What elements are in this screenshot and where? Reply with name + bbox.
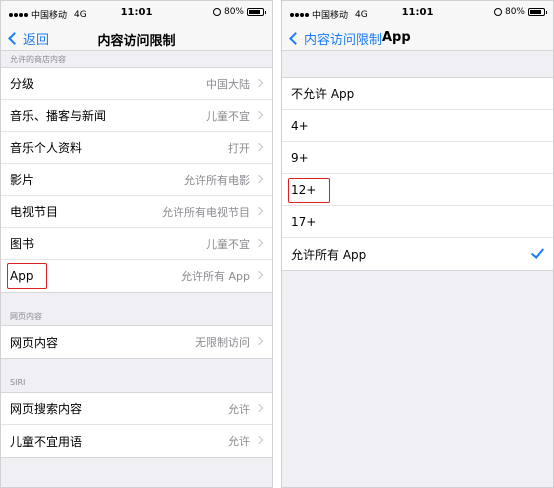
back-label: 返回: [23, 33, 50, 48]
right-screen: 中国移动 4G 11:01 80% 内容访问限制 App 不允许 App 4+ …: [281, 0, 554, 488]
back-button[interactable]: 内容访问限制: [288, 29, 382, 48]
row-books[interactable]: 图书 儿童不宜: [1, 228, 272, 260]
chevron-right-icon: [254, 435, 264, 445]
row-value: 中国大陆: [206, 77, 250, 91]
row-label: 影片: [10, 173, 35, 187]
option-17-plus[interactable]: 17+: [282, 206, 553, 238]
chevron-right-icon: [254, 336, 264, 346]
row-label: 分级: [10, 77, 35, 91]
row-value: 允许所有电视节目: [162, 205, 250, 219]
navigation-bar: 内容访问限制 App: [282, 25, 553, 51]
row-value: 打开: [228, 141, 250, 155]
option-12-plus[interactable]: 12+: [282, 174, 553, 206]
section-header-web-content: 网页内容: [10, 312, 42, 321]
row-label: 音乐、播客与新闻: [10, 109, 107, 123]
option-9-plus[interactable]: 9+: [282, 142, 553, 174]
navigation-bar: 返回 内容访问限制: [1, 25, 272, 51]
chevron-left-icon: [8, 32, 21, 45]
chevron-right-icon: [254, 270, 264, 280]
row-tv-shows[interactable]: 电视节目 允许所有电视节目: [1, 196, 272, 228]
row-movies[interactable]: 影片 允许所有电影: [1, 164, 272, 196]
chevron-right-icon: [254, 206, 264, 216]
orientation-lock-icon: [493, 8, 502, 16]
row-explicit-language[interactable]: 儿童不宜用语 允许: [1, 425, 272, 457]
option-label: 不允许 App: [291, 87, 355, 101]
row-label: 图书: [10, 237, 35, 251]
row-music-profiles[interactable]: 音乐个人资料 打开: [1, 132, 272, 164]
option-label: 17+: [291, 214, 317, 229]
store-content-group: 分级 中国大陆 音乐、播客与新闻 儿童不宜 音乐个人资料 打开 影片 允许所有电…: [1, 67, 272, 293]
option-all-apps[interactable]: 允许所有 App: [282, 238, 553, 270]
row-ratings[interactable]: 分级 中国大陆: [1, 68, 272, 100]
chevron-right-icon: [254, 142, 264, 152]
row-value: 儿童不宜: [206, 109, 250, 123]
row-value: 允许所有 App: [181, 270, 250, 283]
section-header-siri: SIRI: [10, 378, 26, 387]
back-button[interactable]: 返回: [7, 29, 49, 48]
battery-icon: [528, 8, 547, 16]
checkmark-icon: [530, 245, 545, 259]
siri-group: 网页搜索内容 允许 儿童不宜用语 允许: [1, 392, 272, 458]
battery-percent: 80%: [223, 7, 244, 17]
row-apps[interactable]: App 允许所有 App: [1, 260, 272, 292]
option-label: 4+: [291, 118, 309, 133]
row-music-podcasts-news[interactable]: 音乐、播客与新闻 儿童不宜: [1, 100, 272, 132]
left-screen: 中国移动 4G 11:01 80% 返回 内容访问限制 允许的商店内容 分级 中…: [0, 0, 273, 488]
chevron-right-icon: [254, 174, 264, 184]
row-label: 网页搜索内容: [10, 402, 83, 416]
chevron-right-icon: [254, 238, 264, 248]
orientation-lock-icon: [212, 8, 221, 16]
battery-percent: 80%: [504, 7, 525, 17]
chevron-right-icon: [254, 78, 264, 88]
row-value: 允许所有电影: [184, 173, 250, 187]
option-no-apps[interactable]: 不允许 App: [282, 78, 553, 110]
row-label: 电视节目: [10, 205, 59, 219]
chevron-right-icon: [254, 403, 264, 413]
row-label: 网页内容: [10, 335, 59, 350]
highlight-box: [288, 178, 330, 203]
row-label: 儿童不宜用语: [10, 434, 83, 449]
section-header-store-content: 允许的商店内容: [10, 55, 66, 64]
row-value: 允许: [228, 402, 250, 416]
row-value: 儿童不宜: [206, 237, 250, 251]
chevron-right-icon: [254, 110, 264, 120]
row-value: 允许: [228, 435, 250, 448]
option-4-plus[interactable]: 4+: [282, 110, 553, 142]
chevron-left-icon: [289, 32, 302, 45]
web-content-group: 网页内容 无限制访问: [1, 325, 272, 359]
highlight-box: [7, 263, 47, 289]
battery-icon: [247, 8, 266, 16]
option-label: 9+: [291, 150, 309, 165]
app-rating-options: 不允许 App 4+ 9+ 12+ 17+ 允许所有 App: [282, 77, 553, 271]
row-label: 音乐个人资料: [10, 141, 83, 155]
page-title: App: [382, 30, 411, 45]
status-bar: 中国移动 4G 11:01 80%: [1, 1, 272, 25]
option-label: 允许所有 App: [291, 247, 367, 262]
row-web-content[interactable]: 网页内容 无限制访问: [1, 326, 272, 358]
back-label: 内容访问限制: [304, 33, 383, 48]
status-bar: 中国移动 4G 11:01 80%: [282, 1, 553, 25]
row-value: 无限制访问: [195, 336, 250, 349]
row-web-search-content[interactable]: 网页搜索内容 允许: [1, 393, 272, 425]
